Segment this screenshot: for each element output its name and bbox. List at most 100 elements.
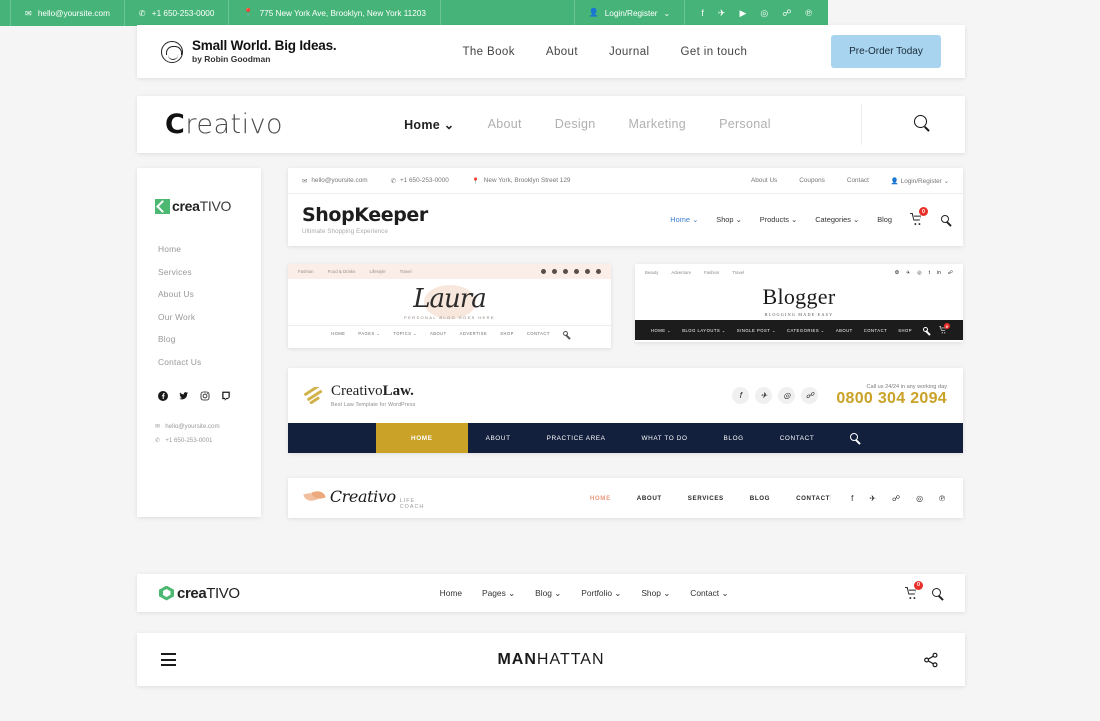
nav-blog[interactable]: Blog	[877, 215, 892, 224]
laura-link-food[interactable]: Food & Drinks	[328, 269, 356, 274]
cart-icon[interactable]: 0	[939, 323, 951, 334]
facebook-icon[interactable]	[158, 390, 168, 401]
instagram-icon[interactable]	[563, 269, 568, 274]
blogger-nav-blog-layouts[interactable]: BLOG LAYOUTS ⌄	[682, 328, 726, 333]
sidebar-logo[interactable]: creaTIVO	[155, 198, 261, 214]
login-register-menu[interactable]: 👤 Login/Register ⌄	[573, 0, 686, 26]
twitch-icon[interactable]: ☍	[892, 494, 900, 503]
laura-nav-about[interactable]: ABOUT	[430, 331, 447, 336]
tab-marketing[interactable]: Marketing	[628, 117, 686, 132]
instagram-icon[interactable]: ◎	[778, 387, 796, 404]
twitch-icon[interactable]: ☍	[782, 8, 791, 19]
search-icon[interactable]	[923, 327, 929, 333]
creativo-law-logo[interactable]: CreativoLaw. Best Law Template for WordP…	[304, 383, 415, 408]
tumblr-icon[interactable]: t	[929, 270, 930, 276]
blogger-nav-contact[interactable]: CONTACT	[864, 328, 887, 333]
nav-item-journal[interactable]: Journal	[609, 46, 650, 58]
youtube-icon[interactable]: ▶	[739, 8, 746, 19]
cart-icon[interactable]: 0	[905, 580, 923, 600]
laura-nav-advertise[interactable]: ADVERTISE	[460, 331, 488, 336]
sidebar-phone[interactable]: ✆ +1 650-253-0001	[155, 437, 261, 444]
blogger-link-fashion[interactable]: Fashion	[704, 270, 719, 275]
sidebar-item-services[interactable]: Services	[158, 267, 261, 277]
link-about-us[interactable]: About Us	[751, 177, 777, 184]
search-icon[interactable]	[914, 115, 927, 133]
law-nav-about[interactable]: ABOUT	[468, 435, 529, 442]
link-contact[interactable]: Contact	[847, 177, 869, 184]
pinterest-icon[interactable]	[574, 269, 579, 274]
instagram-icon[interactable]: ◎	[917, 270, 921, 276]
coach-nav-home[interactable]: HOME	[590, 495, 611, 502]
law-phone[interactable]: 0800 304 2094	[836, 390, 947, 408]
blogger-nav-home[interactable]: HOME ⌄	[651, 328, 671, 333]
pinterest-icon[interactable]: ℗	[939, 494, 945, 503]
facebook-icon[interactable]: f	[851, 494, 853, 503]
nav-categories[interactable]: Categories ⌄	[815, 215, 859, 224]
coach-nav-services[interactable]: SERVICES	[688, 495, 724, 502]
twitter-icon[interactable]	[179, 391, 189, 401]
blogger-nav-single-post[interactable]: SINGLE POST ⌄	[737, 328, 776, 333]
nav-shop[interactable]: Shop ⌄	[716, 215, 742, 224]
nav-home[interactable]: Home ⌄	[670, 215, 698, 224]
tab-personal[interactable]: Personal	[719, 117, 771, 132]
sidebar-email[interactable]: ✉ hello@yoursite.com	[155, 423, 261, 430]
twitch-icon[interactable]: ☍	[801, 387, 819, 404]
c2-nav-portfolio[interactable]: Portfolio ⌄	[581, 588, 621, 598]
laura-link-travel[interactable]: Travel	[400, 269, 412, 274]
facebook-icon[interactable]: f	[701, 8, 704, 19]
c2-nav-shop[interactable]: Shop ⌄	[641, 588, 670, 598]
laura-nav-shop[interactable]: SHOP	[500, 331, 514, 336]
search-icon[interactable]	[932, 584, 941, 602]
tab-home[interactable]: Home ⌄	[404, 117, 455, 132]
cart-icon[interactable]: 0	[910, 207, 928, 226]
search-icon[interactable]	[832, 433, 876, 443]
twitch-icon[interactable]	[221, 391, 231, 401]
nav-item-get-in-touch[interactable]: Get in touch	[680, 46, 747, 58]
small-world-logo[interactable]: Small World. Big Ideas. by Robin Goodman	[161, 38, 337, 65]
facebook-icon[interactable]: f	[732, 387, 750, 404]
c2-nav-pages[interactable]: Pages ⌄	[482, 588, 515, 598]
laura-nav-contact[interactable]: CONTACT	[527, 331, 550, 336]
sidebar-item-about-us[interactable]: About Us	[158, 289, 261, 299]
sidebar-item-blog[interactable]: Blog	[158, 334, 261, 344]
instagram-icon[interactable]: ◎	[760, 8, 768, 19]
blogger-link-travel[interactable]: Travel	[732, 270, 744, 275]
search-icon[interactable]	[941, 214, 949, 225]
life-coach-logo[interactable]: Creativo LIFE COACH	[304, 487, 442, 510]
law-nav-what-to-do[interactable]: WHAT TO DO	[624, 435, 706, 442]
instagram-icon[interactable]	[200, 391, 210, 401]
shopkeeper-phone[interactable]: ✆ +1 650-253-0000	[391, 177, 449, 185]
laura-nav-topics[interactable]: TOPICS ⌄	[393, 331, 417, 336]
search-icon[interactable]	[562, 330, 568, 337]
coach-nav-about[interactable]: ABOUT	[637, 495, 662, 502]
bloglovin-icon[interactable]	[596, 269, 601, 274]
instagram-icon[interactable]: ◎	[916, 494, 923, 503]
laura-nav-pages[interactable]: PAGES ⌄	[358, 331, 380, 336]
creativo-logo[interactable]: Creativo	[165, 109, 283, 140]
tab-about[interactable]: About	[488, 117, 522, 132]
sidebar-item-home[interactable]: Home	[158, 244, 261, 254]
nav-item-about[interactable]: About	[546, 46, 578, 58]
nav-products[interactable]: Products ⌄	[760, 215, 797, 224]
law-nav-contact[interactable]: CONTACT	[762, 435, 833, 442]
facebook-icon[interactable]: ❂	[895, 270, 899, 276]
pinterest-icon[interactable]: ℗	[805, 8, 812, 19]
blogger-link-adventure[interactable]: Adventure	[671, 270, 691, 275]
sidebar-item-contact-us[interactable]: Contact Us	[158, 357, 261, 367]
sidebar-item-our-work[interactable]: Our Work	[158, 312, 261, 322]
nav-item-the-book[interactable]: The Book	[462, 46, 514, 58]
twitch-icon[interactable]: ☍	[948, 270, 953, 276]
login-register-menu[interactable]: 👤 Login/Register ⌄	[891, 177, 949, 185]
laura-link-lifestyle[interactable]: Lifestyle	[369, 269, 385, 274]
c2-nav-home[interactable]: Home	[440, 588, 462, 598]
twitter-icon[interactable]: ✈	[718, 8, 726, 19]
linkedin-icon[interactable]: in	[937, 270, 941, 276]
tab-design[interactable]: Design	[555, 117, 596, 132]
youtube-icon[interactable]	[585, 269, 590, 274]
c2-nav-contact[interactable]: Contact ⌄	[690, 588, 728, 598]
law-nav-blog[interactable]: BLOG	[706, 435, 762, 442]
twitter-icon[interactable]: ✈	[906, 270, 910, 276]
laura-link-fashion[interactable]: Fashion	[298, 269, 314, 274]
blogger-nav-about[interactable]: ABOUT	[836, 328, 853, 333]
link-coupons[interactable]: Coupons	[799, 177, 825, 184]
